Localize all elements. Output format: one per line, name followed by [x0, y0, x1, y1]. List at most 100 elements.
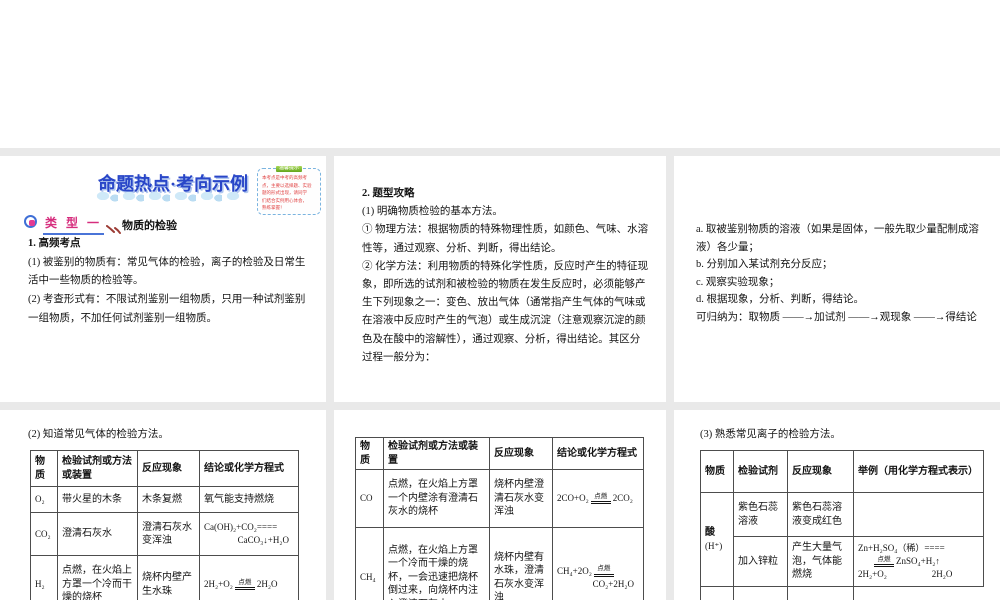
text-line: d. 根据现象，分析、判断，得结论。: [696, 294, 864, 306]
tip-stamp-line: 们结合实例用心体会，: [262, 197, 307, 203]
ion-test-table: 物质 检验试剂 反应现象 举例（用化学方程式表示） 酸 (H⁺) 紫色石蕊溶液 …: [700, 450, 984, 600]
substance-cell: 酸 (H⁺): [700, 492, 734, 587]
procedure-text: a. 取被鉴别物质的溶液（如果是固体，一般先取少量配制成溶 液）各少量； b. …: [696, 221, 979, 327]
header-cell: 结论或化学方程式: [552, 437, 644, 470]
equation-lhs: 2CO+O₂: [557, 493, 589, 503]
text-line: 性等，通过观察、分析、判断，得出结论。: [362, 242, 562, 254]
double-bond-line: [234, 587, 255, 591]
equation-line: 点燃 ZnSO₄+H₂↑: [858, 555, 979, 568]
table-row: O₂ 带火星的木条 木条复燃 氧气能支持燃烧: [30, 486, 299, 513]
header-cell: 物质: [700, 450, 734, 493]
table-row-cutoff: [700, 586, 984, 600]
table-cell: 紫色石蕊溶液变成红色: [787, 492, 854, 537]
tip-stamp-label: 温馨提示: [275, 166, 303, 172]
slide-panel-6: (3) 熟悉常见离子的检验方法。 物质 检验试剂 反应现象 举例（用化学方程式表…: [674, 410, 1000, 600]
table-cell: O₂: [30, 486, 58, 513]
text-line: 色及在酸中的溶解性），通过观察、分析，得出结论。其区分: [362, 333, 641, 345]
header-cell: 检验试剂: [733, 450, 788, 493]
tip-stamp-line: 题的形式出现，请同学: [262, 190, 307, 196]
table-cell: H₂: [30, 555, 58, 600]
equation-line: 2H₂+O₂ 2H₂O: [858, 569, 953, 579]
table-header-row: 物质 检验试剂或方法或装置 反应现象 结论或化学方程式: [30, 450, 299, 487]
section-intro: (2) 知道常见气体的检验方法。: [28, 429, 169, 440]
tip-stamp-line: 熟练掌握！: [262, 205, 285, 211]
table-cell: 产生大量气泡，气体能燃烧: [787, 536, 854, 587]
table-header-row: 物质 检验试剂 反应现象 举例（用化学方程式表示）: [700, 450, 984, 493]
text-line: ① 物理方法：根据物质的特殊物理性质，如颜色、气味、水溶: [362, 224, 649, 236]
tip-stamp-box: 温馨提示 本考点是中考的高频考 点，主要以选择题、实验 题的形式出现，请同学 们…: [257, 166, 321, 215]
text-line: (1) 明确物质检验的基本方法。: [362, 206, 503, 218]
tip-stamp-line: 本考点是中考的高频考: [262, 175, 307, 180]
text-line: 活中一些物质的检验等。: [28, 275, 144, 287]
table-cell: CO₂: [30, 512, 58, 556]
text-line: ② 化学方法：利用物质的特殊化学性质，反应时产生的特征现: [362, 260, 649, 272]
slide-panel-4: (2) 知道常见气体的检验方法。 物质 检验试剂或方法或装置 反应现象 结论或化…: [0, 410, 326, 600]
equation-line: CO₂+2H₂O: [592, 578, 634, 589]
table-row: CO₂ 澄清石灰水 澄清石灰水变浑浊 Ca(OH)₂+CO₂==== CaCO₃…: [30, 512, 299, 556]
table-cell: 氧气能支持燃烧: [199, 486, 299, 513]
equation-rhs: 2H₂O: [256, 579, 278, 589]
table-cell: 点燃，在火焰上方罩一个冷而干燥的烧杯，一会迅速把烧杯倒过来，向烧杯内注入澄清石灰…: [383, 527, 490, 600]
tip-stamp-line: 点，主要以选择题、实验: [262, 182, 312, 188]
key-points-text: 1. 高频考点 (1) 被鉴别的物质有：常见气体的检验，离子的检验及日常生 活中…: [28, 235, 305, 329]
header-cell: 检验试剂或方法或装置: [383, 437, 490, 470]
table-cell: [853, 492, 984, 537]
text-line: b. 分别加入某试剂充分反应；: [696, 259, 833, 271]
table-cell: 烧杯内壁有水珠，澄清石灰水变浑浊: [489, 527, 553, 600]
swoosh-icon: [106, 225, 121, 234]
gas-test-table-1: 物质 检验试剂或方法或装置 反应现象 结论或化学方程式 O₂ 带火星的木条 木条…: [30, 450, 299, 600]
cloud-decoration: [92, 190, 240, 203]
header-cell: 物质: [30, 450, 58, 487]
table-row: 加入锌粒 产生大量气泡，气体能燃烧 Zn+H₂SO₄（稀）==== 点燃 ZnSO…: [701, 536, 984, 587]
equation-cell: Ca(OH)₂+CO₂==== CaCO₃↓+H₂O: [199, 512, 299, 556]
slide-panel-3: a. 取被鉴别物质的溶液（如果是固体，一般先取少量配制成溶 液）各少量； b. …: [674, 156, 1000, 402]
table-header-row: 物质 检验试剂或方法或装置 反应现象 结论或化学方程式: [355, 437, 644, 470]
text-line: 在溶液中反应时产生的气泡）或生成沉淀（注意观察沉淀的颜: [362, 315, 646, 327]
reaction-condition: 点燃: [593, 566, 614, 577]
text-line: 一组物质，不加任何试剂鉴别一组物质。: [28, 312, 217, 324]
double-bond-line: [593, 573, 614, 577]
double-bond-line: [590, 501, 611, 505]
text-line: 液）各少量；: [696, 241, 759, 253]
table-cell: CH₄: [355, 527, 384, 600]
table-row: CH₄ 点燃，在火焰上方罩一个冷而干燥的烧杯，一会迅速把烧杯倒过来，向烧杯内注入…: [355, 527, 644, 600]
table-cell: 紫色石蕊溶液: [733, 492, 788, 537]
section-intro: (3) 熟悉常见离子的检验方法。: [700, 429, 841, 440]
table-cell: 烧杯内壁澄清石灰水变浑浊: [489, 469, 553, 528]
reaction-condition: 点燃: [234, 579, 255, 591]
equation-lhs: 2H₂+O₂: [204, 579, 233, 589]
table-cell: 点燃，在火焰上方罩一个冷而干燥的烧杯: [57, 555, 138, 600]
table-row: 酸 (H⁺) 紫色石蕊溶液 紫色石蕊溶液变成红色: [700, 492, 984, 587]
text-line: 1. 高频考点: [28, 238, 81, 249]
equation-cell: 2CO+O₂ 点燃 2CO₂: [552, 469, 644, 528]
document-page: 命题热点·考向示例 温馨提示 本考点是中考的高频考 点，主要以选择题、实验 题的…: [0, 0, 1000, 600]
table-cell: 澄清石灰水: [57, 512, 138, 556]
equation-line: CH₄+2O₂ 点燃: [557, 565, 639, 578]
text-line: (2) 考查形式有：不限试剂鉴别一组物质，只用一种试剂鉴别: [28, 294, 306, 306]
text-line: 象，即所选的试剂和被检验的物质在发生反应时，必须能够产: [362, 279, 646, 291]
header-cell: 举例（用化学方程式表示）: [853, 450, 984, 493]
equation-cell: CH₄+2O₂ 点燃 CO₂+2H₂O: [552, 527, 644, 600]
double-bond-line: [874, 564, 894, 568]
header-cell: 反应现象: [489, 437, 553, 470]
slide-panel-1: 命题热点·考向示例 温馨提示 本考点是中考的高频考 点，主要以选择题、实验 题的…: [0, 156, 326, 402]
header-cell: 反应现象: [137, 450, 200, 487]
ion-symbol: (H⁺): [705, 540, 723, 551]
type-badge-icon: [24, 215, 37, 228]
substance-name: 酸: [705, 527, 715, 539]
table-cell: [700, 586, 734, 600]
header-cell: 物质: [355, 437, 384, 470]
equation-rhs: 2CO₂: [612, 493, 633, 503]
type-one-label: 类 型 一: [43, 214, 105, 235]
text-line: 可归纳为：取物质 ——→加试剂 ——→观现象 ——→得结论: [696, 311, 977, 323]
slide-panel-2: 2. 题型攻略 (1) 明确物质检验的基本方法。 ① 物理方法：根据物质的特殊物…: [334, 156, 666, 402]
header-cell: 检验试剂或方法或装置: [57, 450, 138, 487]
text-line: 2. 题型攻略: [362, 188, 415, 199]
type-one-topic: 物质的检验: [122, 220, 177, 232]
table-cell: [733, 586, 788, 600]
table-cell: [787, 586, 854, 600]
table-cell: 带火星的木条: [57, 486, 138, 513]
equation-cell: Zn+H₂SO₄（稀）==== 点燃 ZnSO₄+H₂↑ 2H₂+O₂ 2H₂O: [853, 536, 984, 587]
equation-line: Ca(OH)₂+CO₂====: [204, 522, 278, 532]
text-line: 生下列现象之一：变色、放出气体（通常指产生气体的气味或: [362, 297, 646, 309]
